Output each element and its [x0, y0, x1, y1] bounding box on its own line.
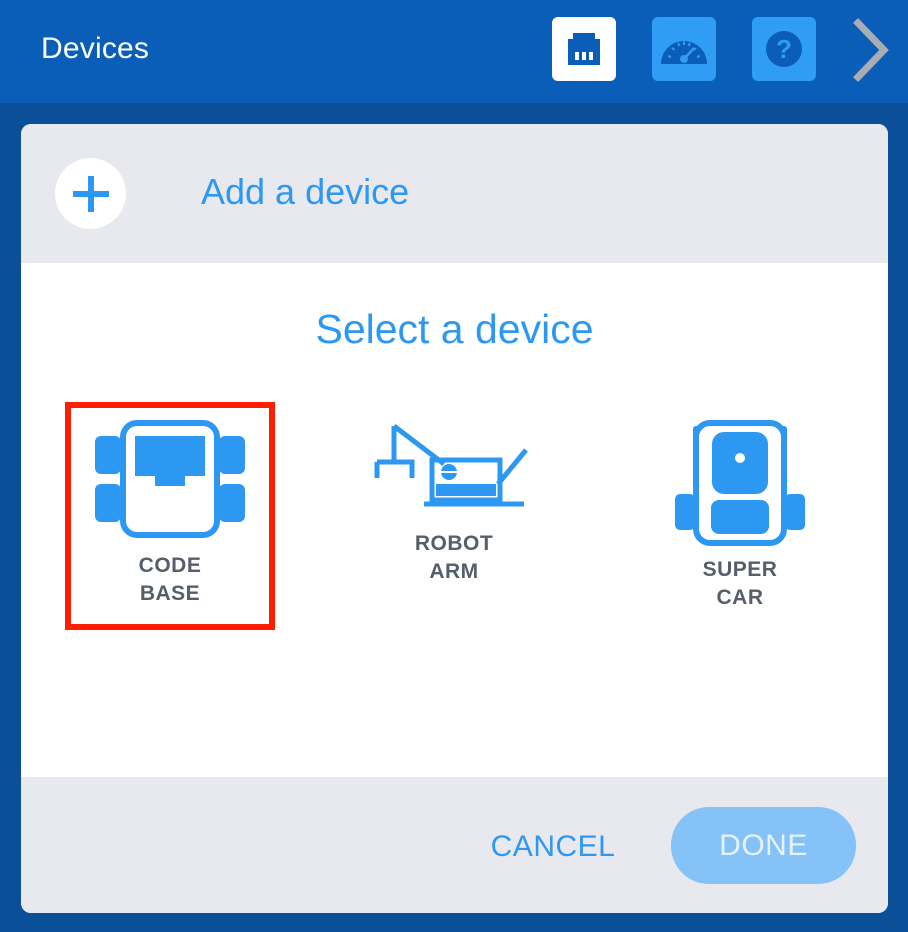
device-label-line1: SUPER — [702, 558, 778, 581]
device-dialog: Add a device Select a device CODE BASE R… — [21, 124, 888, 913]
ethernet-button[interactable] — [552, 17, 616, 81]
device-label-line2: BASE — [139, 582, 201, 605]
dialog-footer: CANCEL DONE — [21, 777, 888, 913]
help-icon: ? — [766, 31, 802, 67]
chevron-right-icon[interactable] — [848, 17, 898, 83]
device-label-line2: ARM — [429, 560, 479, 583]
code-base-icon — [95, 420, 245, 538]
done-button[interactable]: DONE — [671, 807, 856, 884]
cancel-button[interactable]: CANCEL — [481, 827, 625, 867]
ethernet-port-icon — [568, 33, 600, 65]
robot-arm-icon — [374, 424, 528, 507]
select-device-title: Select a device — [315, 306, 594, 352]
device-label-line2: CAR — [716, 586, 764, 609]
add-device-row[interactable]: Add a device — [21, 124, 888, 263]
device-label-line1: CODE — [138, 554, 202, 577]
add-device-label[interactable]: Add a device — [201, 171, 409, 213]
gauge-button[interactable] — [652, 17, 716, 81]
gauge-icon — [661, 41, 707, 64]
device-robot-arm[interactable]: ROBOT ARM — [349, 402, 559, 630]
super-car-icon — [675, 420, 805, 546]
device-code-base[interactable]: CODE BASE — [65, 402, 275, 630]
add-device-button[interactable] — [55, 158, 126, 229]
help-glyph: ? — [776, 34, 792, 64]
top-bar: Devices ? — [0, 0, 908, 103]
help-button[interactable]: ? — [752, 17, 816, 81]
device-super-car[interactable]: SUPER CAR — [635, 402, 845, 630]
plus-icon — [72, 175, 109, 212]
page-title: Devices — [41, 32, 150, 65]
device-label-line1: ROBOT — [414, 532, 494, 555]
